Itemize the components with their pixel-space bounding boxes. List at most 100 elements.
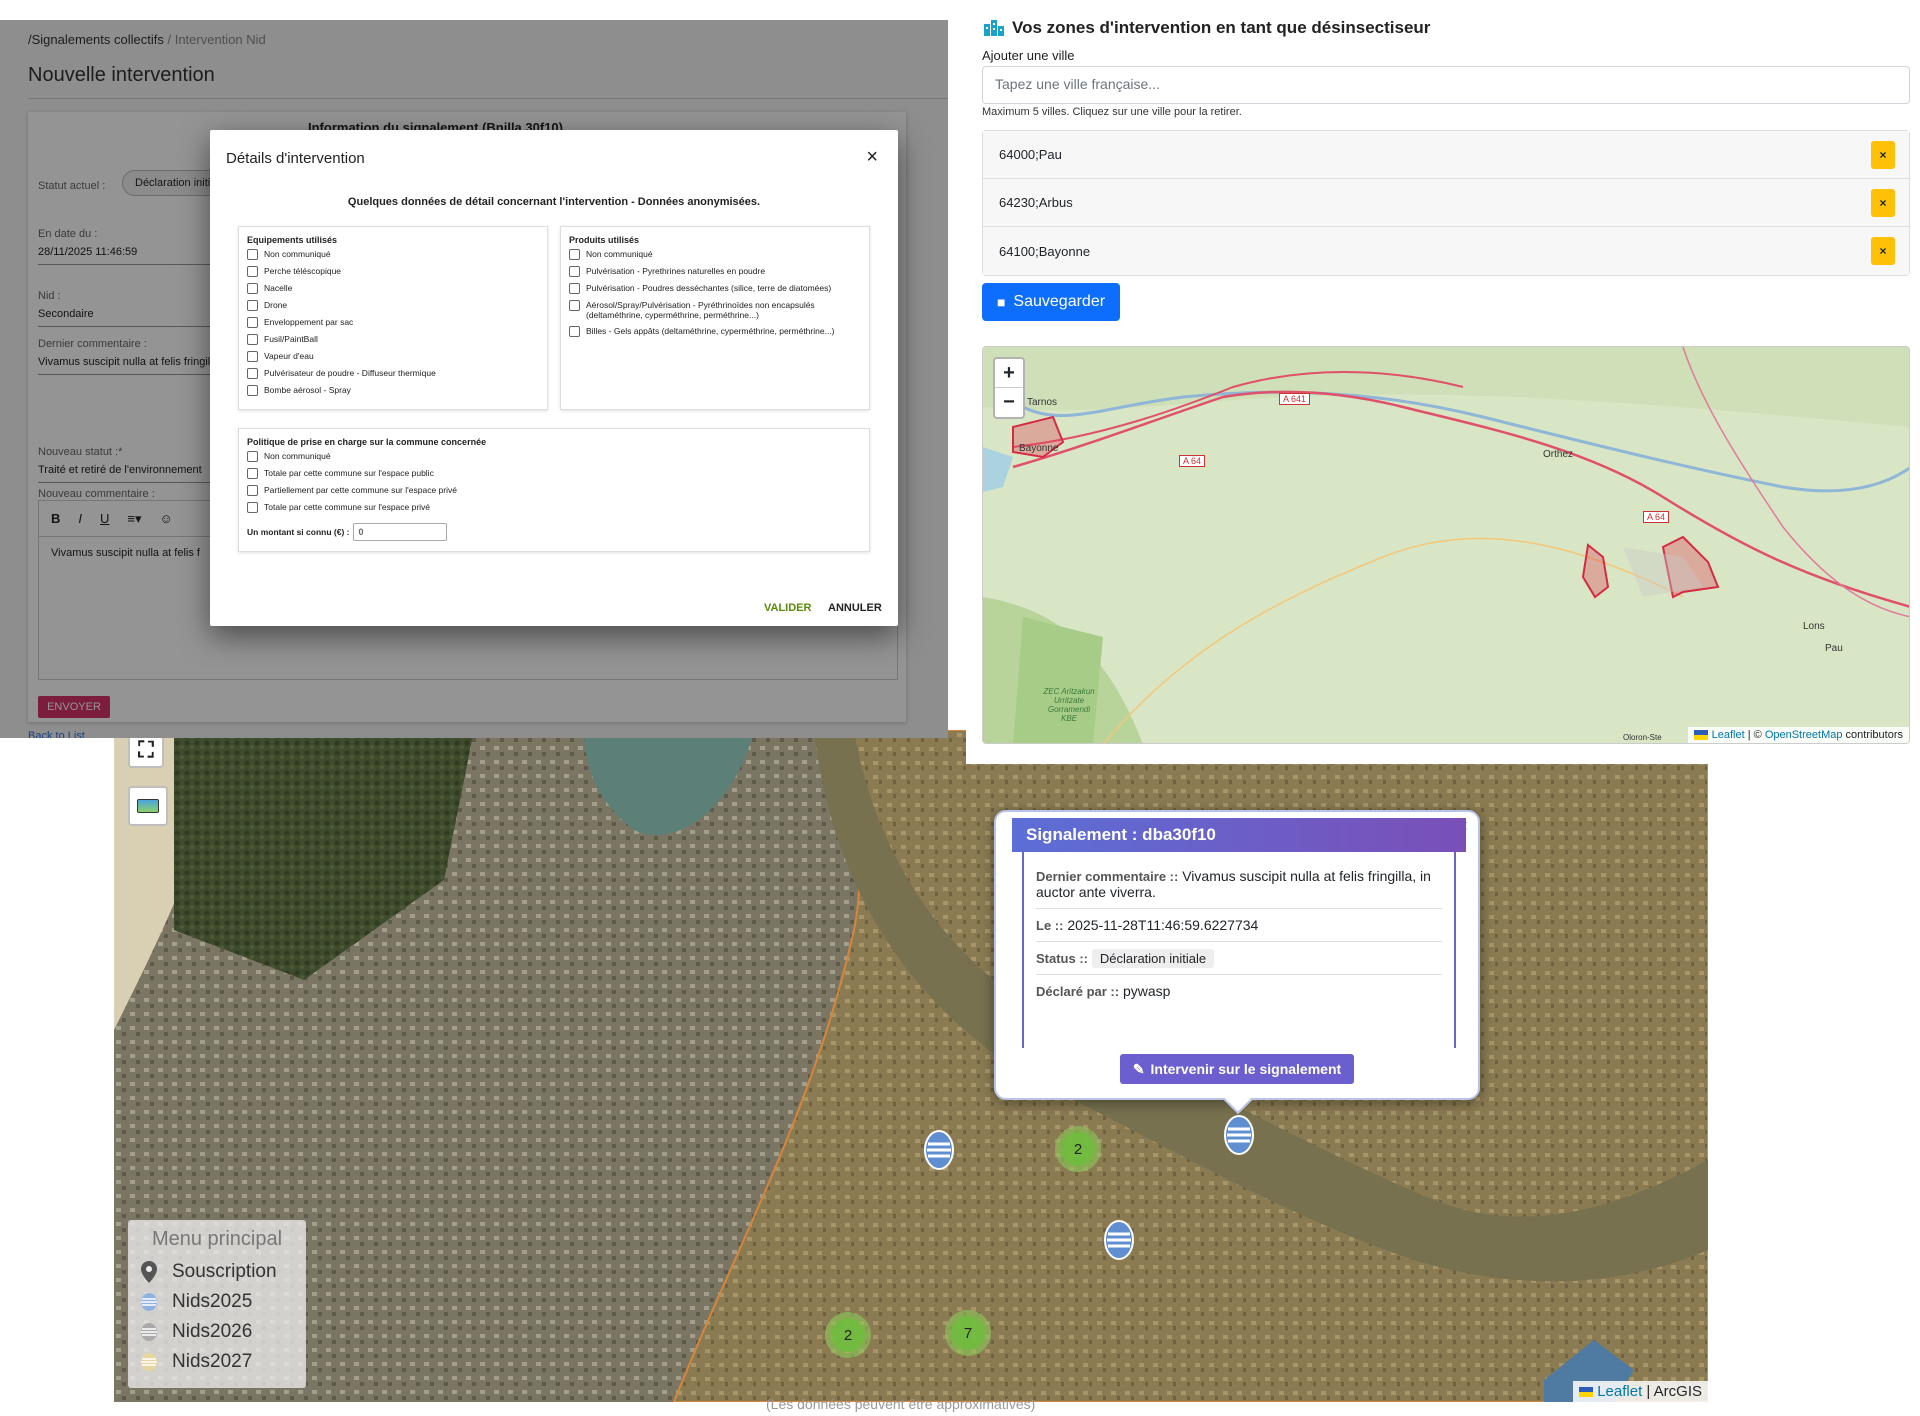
equipment-option[interactable]: Fusil/PaintBall <box>247 334 539 351</box>
checkbox[interactable] <box>247 283 258 294</box>
checkbox[interactable] <box>247 485 258 496</box>
map-label: A 64 <box>1643 511 1670 523</box>
remove-city-button[interactable]: × <box>1871 237 1895 265</box>
cluster-marker[interactable]: 2 <box>1055 1126 1101 1172</box>
nest-marker-icon[interactable] <box>924 1130 954 1170</box>
product-option[interactable]: Aérosol/Spray/Pulvérisation - Pyréthrino… <box>569 300 861 326</box>
equipment-option[interactable]: Drone <box>247 300 539 317</box>
amount-input[interactable]: 0 <box>353 523 448 541</box>
intervene-button[interactable]: ✎ Intervenir sur le signalement <box>1120 1054 1354 1084</box>
osm-link[interactable]: OpenStreetMap <box>1765 729 1843 741</box>
help-text: Maximum 5 villes. Cliquez sur une ville … <box>982 106 1242 118</box>
legend-title: Menu principal <box>151 1228 283 1250</box>
map-label: ZEC Aritzakun Urritzate Gorramendi KBE <box>1043 687 1095 723</box>
zones-map[interactable]: + − Tarnos Bayonne A 641 A 64 Orthez A 6… <box>982 346 1910 744</box>
checkbox[interactable] <box>569 326 580 337</box>
city-item[interactable]: 64230;Arbus × <box>983 179 1909 227</box>
checkbox[interactable] <box>247 317 258 328</box>
product-option[interactable]: Non communiqué <box>569 249 861 266</box>
map-label: Oloron-Ste <box>1623 733 1662 742</box>
legend-item-nids2026[interactable]: Nids2026 <box>138 1317 296 1347</box>
equipment-option[interactable]: Bombe aérosol - Spray <box>247 385 539 402</box>
checkbox[interactable] <box>247 368 258 379</box>
legend-item-souscription[interactable]: Souscription <box>138 1257 296 1287</box>
map-label: A 641 <box>1279 393 1311 405</box>
save-button[interactable]: ■ Sauvegarder <box>982 283 1120 321</box>
equipment-option[interactable]: Non communiqué <box>247 249 539 266</box>
cluster-marker[interactable]: 7 <box>945 1310 991 1356</box>
zoom-out-button[interactable]: − <box>995 388 1023 417</box>
city-list: 64000;Pau × 64230;Arbus × 64100;Bayonne × <box>982 130 1910 276</box>
checkbox[interactable] <box>247 385 258 396</box>
zoom-control: + − <box>993 357 1025 419</box>
product-option[interactable]: Pulvérisation - Pyrethrines naturelles e… <box>569 266 861 283</box>
nest-yellow-icon <box>138 1351 160 1373</box>
leaflet-link[interactable]: Leaflet <box>1597 1383 1642 1400</box>
equipment-box: Equipements utilisés Non communiqué Perc… <box>238 226 548 410</box>
policy-option[interactable]: Totale par cette commune sur l'espace pr… <box>247 502 861 519</box>
map-label: Tarnos <box>1027 397 1058 408</box>
policy-option[interactable]: Totale par cette commune sur l'espace pu… <box>247 468 861 485</box>
zones-panel: Vos zones d'intervention en tant que dés… <box>966 0 1920 764</box>
nest-marker-icon[interactable] <box>1224 1115 1254 1155</box>
policy-option[interactable]: Non communiqué <box>247 451 861 468</box>
modal-title: Détails d'intervention <box>226 150 365 167</box>
map-pin-icon <box>138 1261 160 1283</box>
nest-marker-icon[interactable] <box>1104 1220 1134 1260</box>
checkbox[interactable] <box>569 300 580 311</box>
popup-status: Status :: Déclaration initiale <box>1036 942 1442 975</box>
cluster-marker[interactable]: 2 <box>825 1312 871 1358</box>
checkbox[interactable] <box>569 266 580 277</box>
checkbox[interactable] <box>247 334 258 345</box>
city-item[interactable]: 64000;Pau × <box>983 131 1909 179</box>
map-disclaimer: (Les données peuvent être approximatives… <box>766 1396 1036 1412</box>
intervention-page: /Signalements collectifs / Intervention … <box>0 20 948 738</box>
checkbox[interactable] <box>247 300 258 311</box>
checkbox[interactable] <box>247 266 258 277</box>
nest-grey-icon <box>138 1321 160 1343</box>
checkbox[interactable] <box>569 249 580 260</box>
amount-row: Un montant si connu (€) :0 <box>247 523 861 541</box>
equipment-option[interactable]: Enveloppement par sac <box>247 317 539 334</box>
status-badge: Déclaration initiale <box>1091 949 1215 968</box>
product-option[interactable]: Billes - Gels appâts (deltaméthrine, cyp… <box>569 326 861 343</box>
remove-city-button[interactable]: × <box>1871 188 1895 217</box>
checkbox[interactable] <box>247 249 258 260</box>
map-label: Orthez <box>1543 449 1574 460</box>
legend-item-nids2025[interactable]: Nids2025 <box>138 1287 296 1317</box>
checkbox[interactable] <box>569 283 580 294</box>
equipment-option[interactable]: Pulvérisateur de poudre - Diffuseur ther… <box>247 368 539 385</box>
zoom-in-button[interactable]: + <box>995 359 1023 388</box>
equipment-option[interactable]: Vapeur d'eau <box>247 351 539 368</box>
leaflet-link[interactable]: Leaflet <box>1712 729 1745 741</box>
validate-button[interactable]: VALIDER <box>764 602 811 614</box>
popup-title: Signalement : dba30f10 <box>1012 818 1466 852</box>
layers-button[interactable] <box>128 786 168 826</box>
checkbox[interactable] <box>247 351 258 362</box>
city-item[interactable]: 64100;Bayonne × <box>983 227 1909 275</box>
equipment-option[interactable]: Perche téléscopique <box>247 266 539 283</box>
policy-box: Politique de prise en charge sur la comm… <box>238 428 870 552</box>
floppy-disk-icon: ■ <box>996 294 1006 310</box>
modal-subtitle: Quelques données de détail concernant l'… <box>347 196 761 208</box>
checkbox[interactable] <box>247 451 258 462</box>
cancel-button[interactable]: ANNULER <box>828 602 882 614</box>
zones-title: Vos zones d'intervention en tant que dés… <box>984 18 1430 38</box>
checkbox[interactable] <box>247 468 258 479</box>
policy-option[interactable]: Partiellement par cette commune sur l'es… <box>247 485 861 502</box>
legend-item-nids2027[interactable]: Nids2027 <box>138 1347 296 1377</box>
city-search-input[interactable]: Tapez une ville française... <box>982 66 1910 104</box>
report-popup: × Signalement : dba30f10 Dernier comment… <box>994 810 1480 1115</box>
satellite-map[interactable]: ⛶ 2 2 7 Menu principal Souscription Nids… <box>114 730 1708 1402</box>
equipment-option[interactable]: Nacelle <box>247 283 539 300</box>
map-label: Bayonne <box>1019 443 1059 454</box>
ukraine-flag-icon <box>1693 730 1708 741</box>
popup-body: Dernier commentaire :: Vivamus suscipit … <box>1022 852 1456 1048</box>
checkbox[interactable] <box>247 502 258 513</box>
popup-declared-by: Déclaré par :: pywasp <box>1036 983 1171 999</box>
remove-city-button[interactable]: × <box>1871 140 1895 169</box>
product-option[interactable]: Pulvérisation - Poudres desséchantes (si… <box>569 283 861 300</box>
map-label: Lons <box>1803 621 1825 632</box>
modal-close-button[interactable]: × <box>866 146 878 169</box>
layers-icon <box>137 799 159 813</box>
